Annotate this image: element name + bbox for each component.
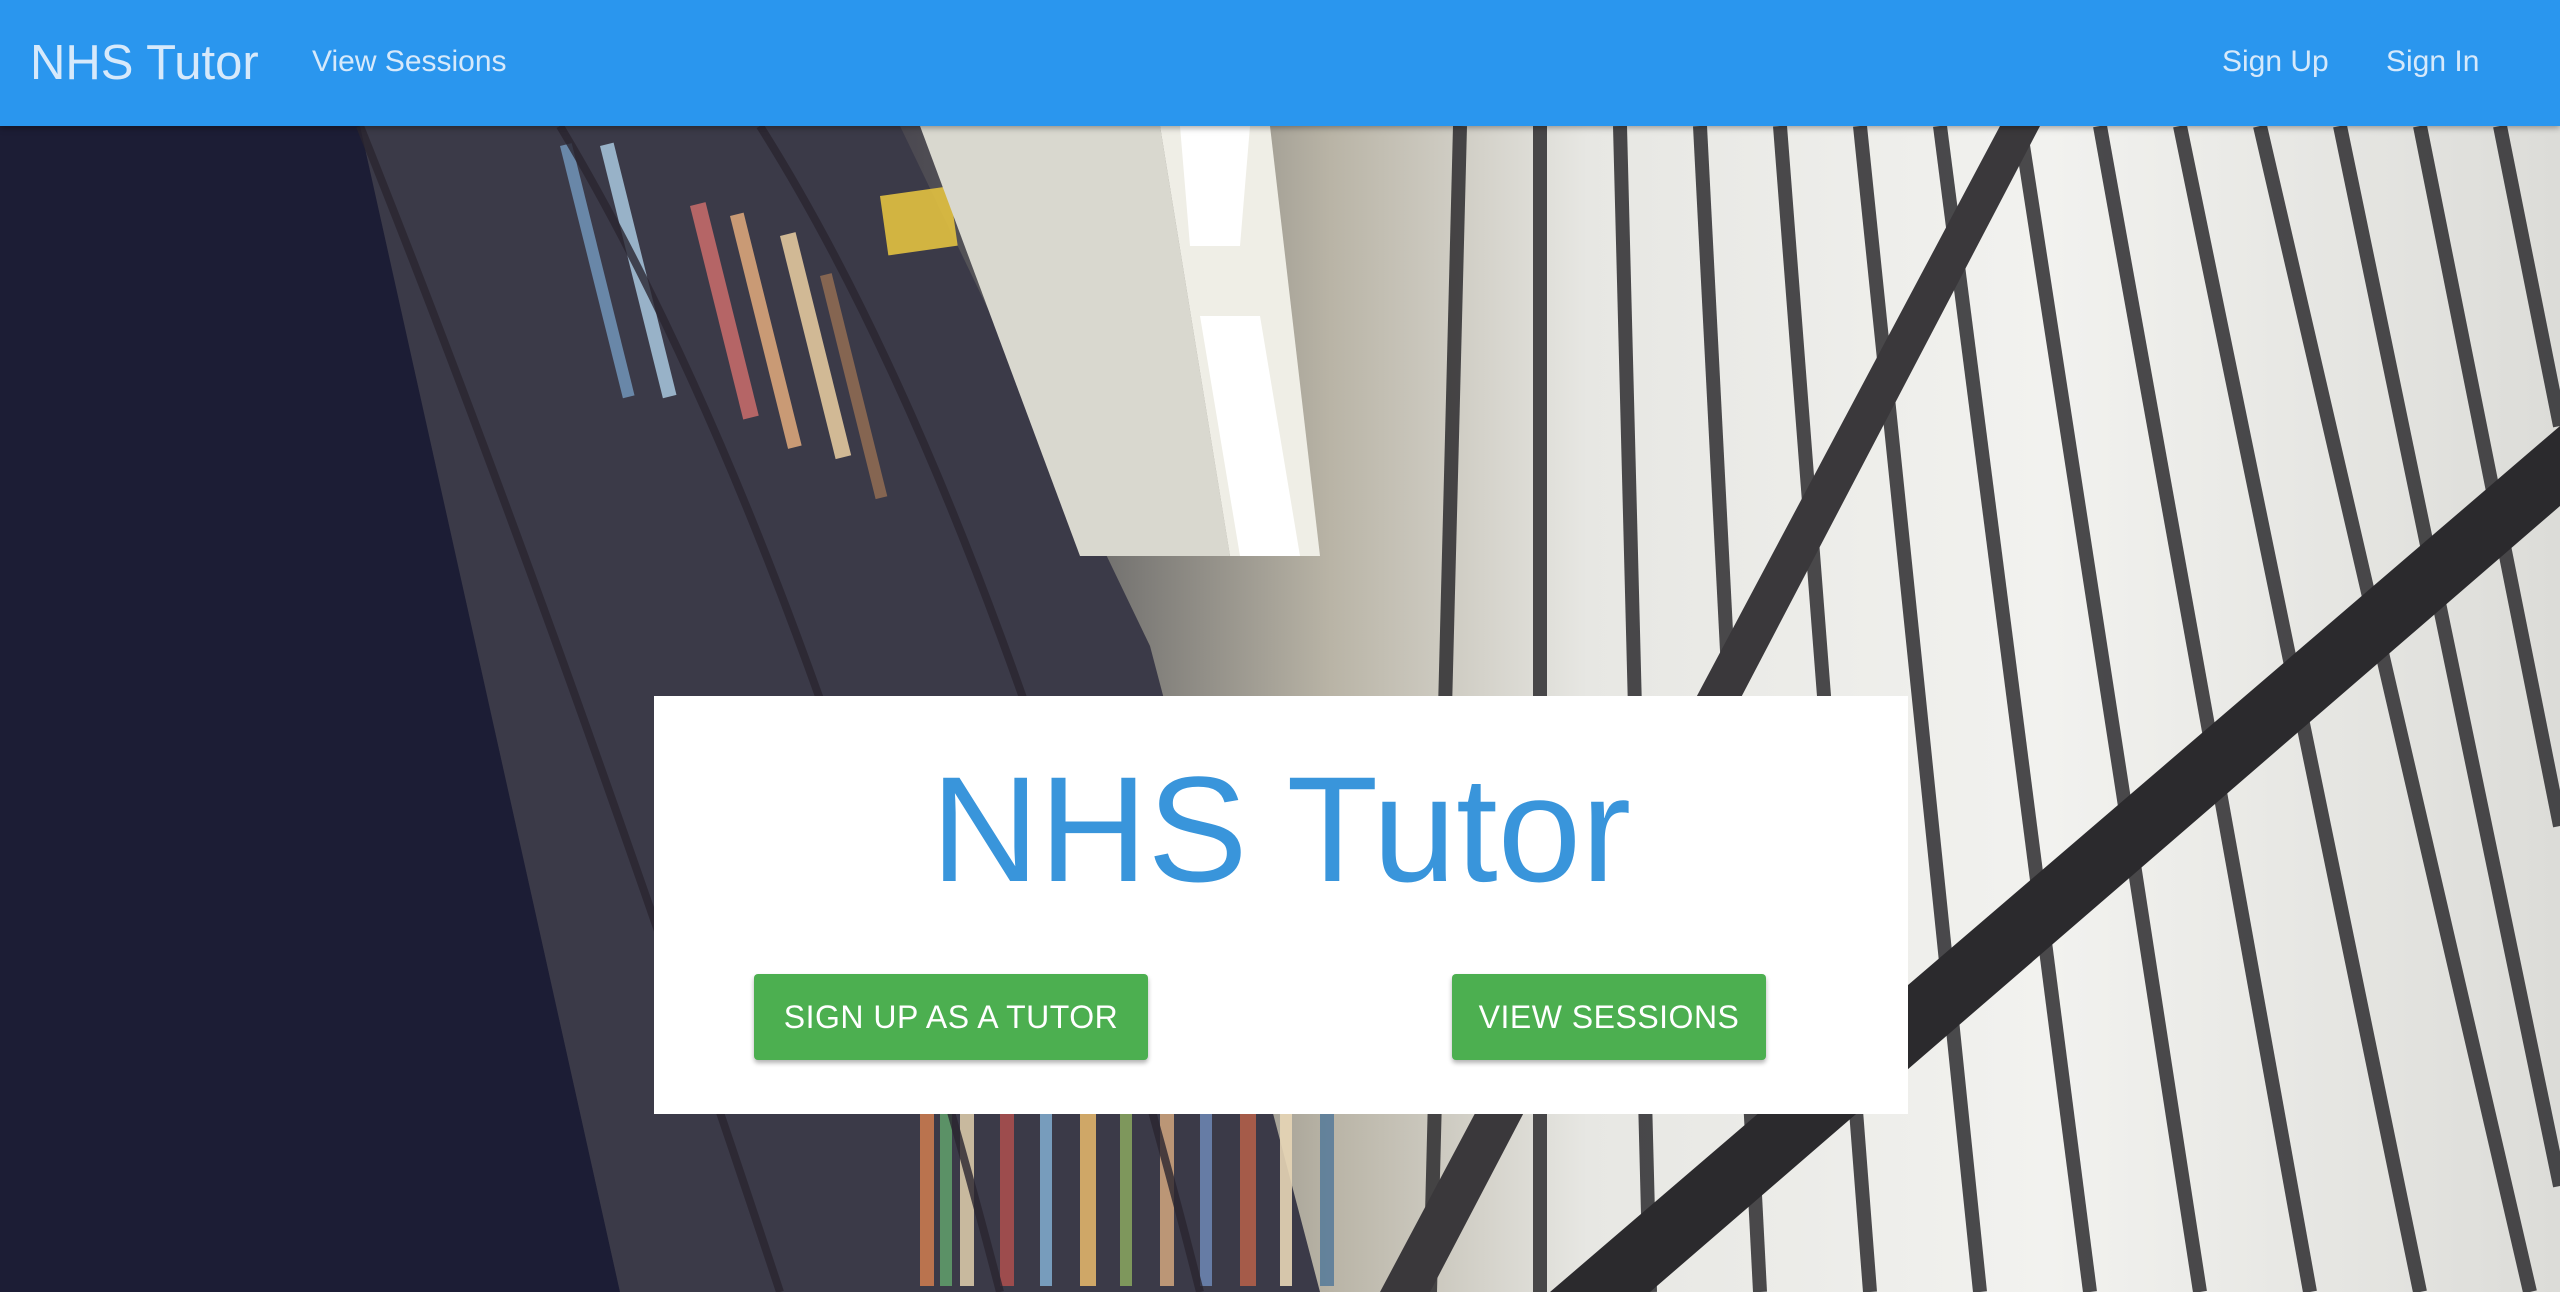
- nav-sign-up-link[interactable]: Sign Up: [2222, 42, 2329, 82]
- top-navbar: NHS Tutor View Sessions Sign Up Sign In: [0, 0, 2560, 126]
- hero-card: NHS Tutor SIGN UP AS A TUTOR VIEW SESSIO…: [654, 696, 1908, 1114]
- sign-up-as-tutor-button[interactable]: SIGN UP AS A TUTOR: [754, 974, 1148, 1060]
- hero-section: NHS Tutor SIGN UP AS A TUTOR VIEW SESSIO…: [0, 126, 2560, 1292]
- hero-title: NHS Tutor: [930, 745, 1632, 913]
- view-sessions-button[interactable]: VIEW SESSIONS: [1452, 974, 1766, 1060]
- nav-sign-in-link[interactable]: Sign In: [2386, 42, 2479, 82]
- nav-view-sessions-link[interactable]: View Sessions: [312, 42, 507, 82]
- brand-link[interactable]: NHS Tutor: [30, 32, 259, 94]
